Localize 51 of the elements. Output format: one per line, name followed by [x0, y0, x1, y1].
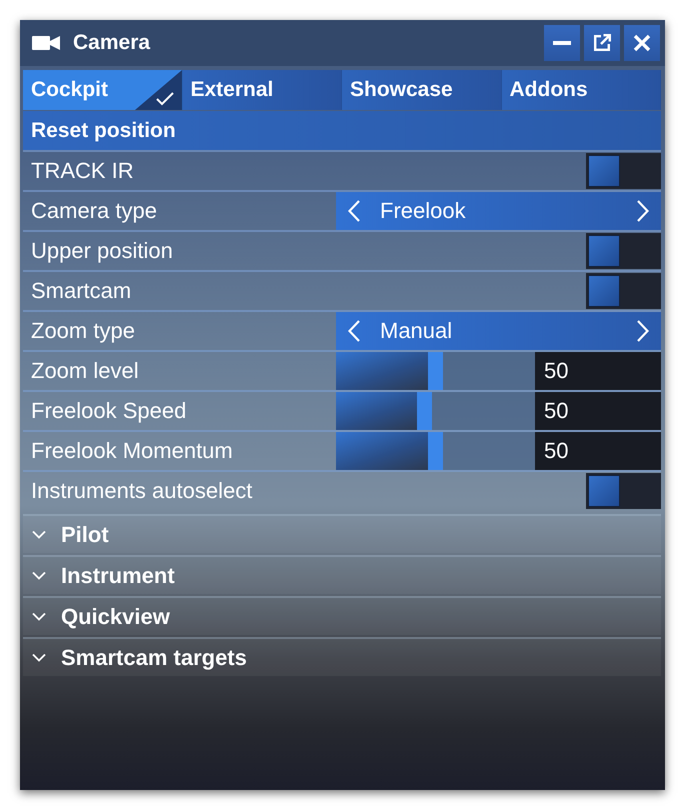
- toggle-knob: [588, 275, 620, 307]
- close-button[interactable]: [624, 25, 660, 61]
- box-arrow-icon: [593, 34, 611, 52]
- slider-thumb[interactable]: [428, 432, 443, 470]
- section-header[interactable]: Smartcam targets: [23, 637, 661, 676]
- setting-label: TRACK IR: [30, 158, 135, 184]
- setting-label: Instruments autoselect: [30, 478, 254, 504]
- value-field[interactable]: 50: [535, 392, 661, 430]
- setting-label: Freelook Speed: [30, 398, 188, 424]
- setting-label: Upper position: [30, 238, 174, 264]
- reset-position-button[interactable]: Reset position: [23, 111, 661, 150]
- chevron-down-icon: [32, 612, 46, 620]
- slider-thumb[interactable]: [416, 392, 432, 430]
- toggle-knob: [588, 475, 620, 507]
- tab[interactable]: External: [182, 70, 342, 110]
- chevron-left-icon[interactable]: [348, 320, 360, 342]
- chevron-down-icon: [32, 654, 46, 662]
- toggle-knob: [588, 155, 620, 187]
- section-header[interactable]: Pilot: [23, 514, 661, 553]
- pop-out-button[interactable]: [584, 25, 620, 61]
- toggle-switch[interactable]: [586, 233, 661, 269]
- minimize-button[interactable]: [544, 25, 580, 61]
- window-title: Camera: [73, 31, 152, 55]
- toggle-switch[interactable]: [586, 153, 661, 189]
- toggle-knob: [588, 235, 620, 267]
- checkmark-corner-icon: [134, 70, 182, 110]
- section-header[interactable]: Instrument: [23, 555, 661, 594]
- chevron-down-icon: [32, 572, 46, 580]
- setting-label: Camera type: [30, 198, 158, 224]
- setting-label: Zoom type: [30, 318, 136, 344]
- setting-label: Zoom level: [30, 358, 140, 384]
- chevron-down-icon: [32, 530, 46, 538]
- video-camera-icon: [32, 36, 60, 50]
- close-icon: [633, 34, 651, 52]
- selector-value: Manual: [380, 318, 454, 344]
- slider-thumb[interactable]: [428, 352, 443, 390]
- setting-label: Freelook Momentum: [30, 438, 234, 464]
- toggle-switch[interactable]: [586, 473, 661, 509]
- tab[interactable]: Showcase: [342, 70, 502, 110]
- tab[interactable]: Cockpit: [23, 70, 182, 110]
- chevron-left-icon[interactable]: [348, 200, 360, 222]
- selector-value: Freelook: [380, 198, 467, 224]
- chevron-right-icon[interactable]: [637, 200, 649, 222]
- setting-label: Smartcam: [30, 278, 132, 304]
- chevron-right-icon[interactable]: [637, 320, 649, 342]
- section-header[interactable]: Quickview: [23, 596, 661, 635]
- tab[interactable]: Addons: [502, 70, 661, 110]
- toggle-switch[interactable]: [586, 273, 661, 309]
- value-field[interactable]: 50: [535, 432, 661, 470]
- value-field[interactable]: 50: [535, 352, 661, 390]
- minus-icon: [553, 41, 571, 45]
